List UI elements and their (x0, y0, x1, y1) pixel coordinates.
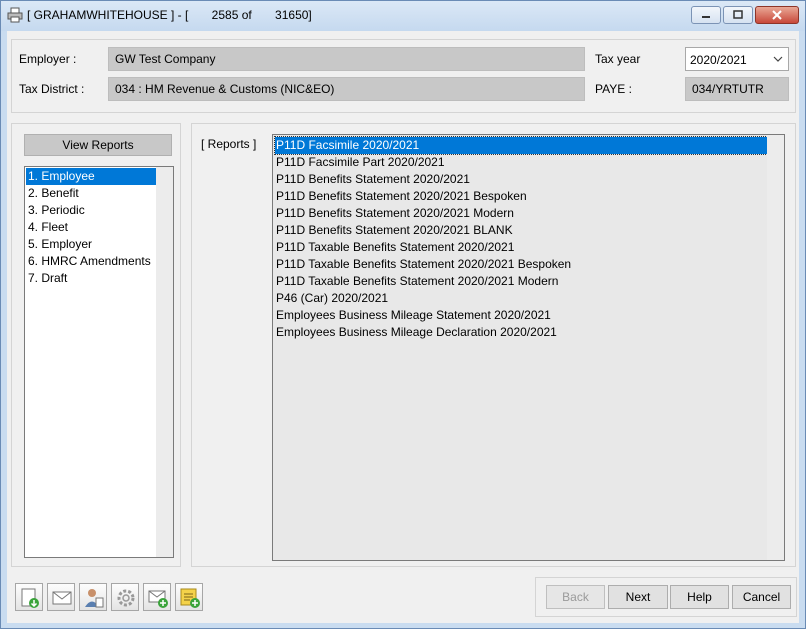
gear-icon (117, 589, 135, 607)
reports-list[interactable]: P11D Facsimile 2020/2021 P11D Facsimile … (272, 134, 785, 561)
help-button[interactable]: Help (670, 585, 729, 609)
report-item[interactable]: P46 (Car) 2020/2021 (275, 290, 775, 307)
tax-district-label: Tax District : (19, 82, 85, 96)
client-area: Employer : GW Test Company Tax District … (7, 31, 799, 623)
printer-icon (7, 7, 23, 23)
category-item-benefit[interactable]: 2. Benefit (26, 185, 156, 202)
view-reports-button[interactable]: View Reports (24, 134, 172, 156)
paye-label: PAYE : (595, 82, 632, 96)
category-item-fleet[interactable]: 4. Fleet (26, 219, 156, 236)
reports-panel: [ Reports ] P11D Facsimile 2020/2021 P11… (191, 123, 796, 567)
report-item[interactable]: P11D Benefits Statement 2020/2021 Modern (275, 205, 775, 222)
report-item[interactable]: P11D Taxable Benefits Statement 2020/202… (275, 256, 775, 273)
report-item[interactable]: Employees Business Mileage Statement 202… (275, 307, 775, 324)
close-icon (772, 10, 782, 20)
employer-info-panel: Employer : GW Test Company Tax District … (11, 39, 796, 113)
settings-button[interactable] (111, 583, 139, 611)
reports-label: [ Reports ] (201, 137, 257, 151)
add-email-button[interactable] (143, 583, 171, 611)
mail-add-icon (148, 590, 168, 608)
chevron-down-icon (773, 56, 783, 62)
report-item[interactable]: P11D Taxable Benefits Statement 2020/202… (275, 239, 775, 256)
mail-icon (52, 591, 72, 605)
tax-year-select[interactable]: 2020/2021 (685, 47, 789, 71)
category-list[interactable]: 1. Employee 2. Benefit 3. Periodic 4. Fl… (24, 166, 174, 558)
tax-year-label: Tax year (595, 52, 641, 66)
reports-list-scrollbar[interactable] (767, 135, 784, 560)
email-button[interactable] (47, 583, 75, 611)
window-title: [ GRAHAMWHITEHOUSE ] - [ 2585 of 31650] (27, 8, 312, 22)
report-item[interactable]: P11D Benefits Statement 2020/2021 Bespok… (275, 188, 775, 205)
note-add-icon (180, 588, 200, 608)
maximize-icon (733, 10, 743, 19)
category-item-employee[interactable]: 1. Employee (26, 168, 156, 185)
main-window: [ GRAHAMWHITEHOUSE ] - [ 2585 of 31650] … (0, 0, 806, 629)
tax-district-field: 034 : HM Revenue & Customs (NIC&EO) (108, 77, 585, 101)
category-item-hmrc-amendments[interactable]: 6. HMRC Amendments (26, 253, 156, 270)
report-item[interactable]: P11D Facsimile Part 2020/2021 (275, 154, 775, 171)
category-item-periodic[interactable]: 3. Periodic (26, 202, 156, 219)
title-bar[interactable]: [ GRAHAMWHITEHOUSE ] - [ 2585 of 31650] (1, 1, 805, 31)
report-item[interactable]: P11D Taxable Benefits Statement 2020/202… (275, 273, 775, 290)
report-item[interactable]: P11D Benefits Statement 2020/2021 (275, 171, 775, 188)
close-button[interactable] (755, 6, 799, 24)
maximize-button[interactable] (723, 6, 753, 24)
report-category-panel: View Reports 1. Employee 2. Benefit 3. P… (11, 123, 181, 567)
tax-year-value: 2020/2021 (690, 53, 747, 67)
report-item[interactable]: P11D Facsimile 2020/2021 (274, 136, 776, 155)
cancel-button[interactable]: Cancel (732, 585, 791, 609)
minimize-icon (702, 16, 710, 18)
add-note-button[interactable] (175, 583, 203, 611)
category-item-employer[interactable]: 5. Employer (26, 236, 156, 253)
report-item[interactable]: Employees Business Mileage Declaration 2… (275, 324, 775, 341)
employer-field: GW Test Company (108, 47, 585, 71)
category-item-draft[interactable]: 7. Draft (26, 270, 156, 287)
minimize-button[interactable] (691, 6, 721, 24)
paye-field: 034/YRTUTR (685, 77, 789, 101)
report-item[interactable]: P11D Benefits Statement 2020/2021 BLANK (275, 222, 775, 239)
next-button[interactable]: Next (608, 585, 668, 609)
user-report-icon (85, 589, 104, 608)
back-button[interactable]: Back (546, 585, 605, 609)
export-document-button[interactable] (15, 583, 43, 611)
employee-report-button[interactable] (79, 583, 107, 611)
category-list-scrollbar[interactable] (156, 167, 173, 557)
document-download-icon (21, 588, 39, 608)
employer-label: Employer : (19, 52, 77, 66)
